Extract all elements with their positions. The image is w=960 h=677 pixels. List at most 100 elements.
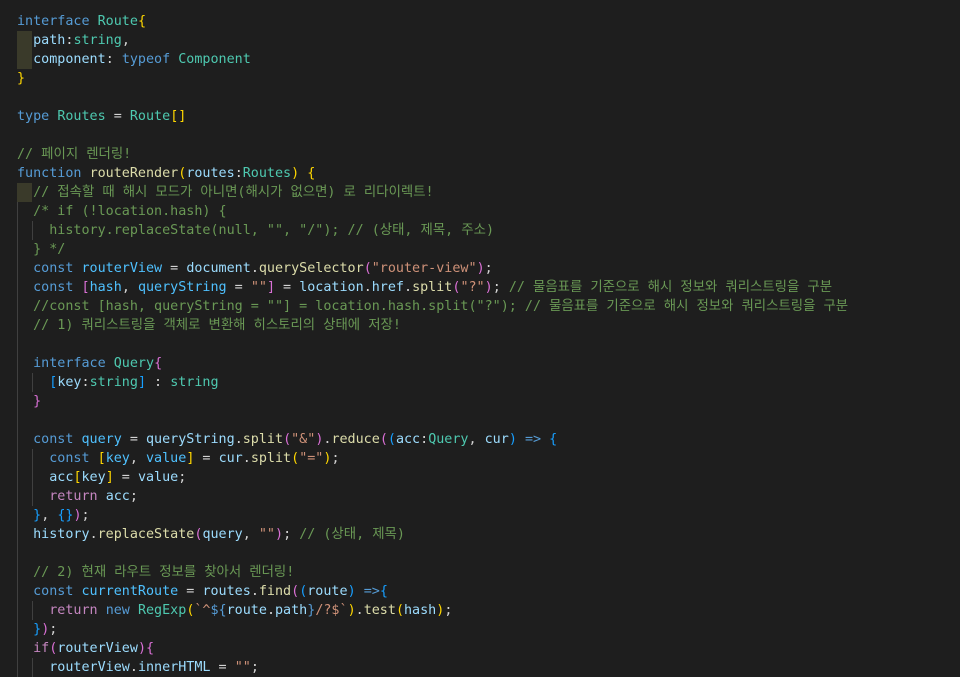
code-token: ; — [81, 508, 90, 523]
code-editor[interactable]: interface Route{ path:string, component:… — [0, 0, 960, 677]
code-token: string — [73, 33, 122, 48]
code-line[interactable]: } */ — [0, 240, 960, 259]
code-line[interactable]: /* if (!location.hash) { — [0, 202, 960, 221]
code-token: . — [355, 603, 364, 618]
code-line[interactable]: if(routerView){ — [0, 639, 960, 658]
code-line[interactable] — [0, 544, 960, 563]
code-text: }); — [17, 622, 57, 637]
code-line[interactable]: const [hash, queryString = ""] = locatio… — [0, 278, 960, 297]
code-token: "" — [250, 280, 267, 295]
code-token: // 페이지 렌더링! — [17, 147, 132, 162]
code-token: path — [33, 33, 66, 48]
code-token: history — [33, 527, 90, 542]
code-token: route — [226, 603, 267, 618]
code-token: Query — [428, 432, 469, 447]
code-text: }, {}); — [17, 508, 90, 523]
code-line[interactable]: const currentRoute = routes.find((route)… — [0, 582, 960, 601]
code-text: type Routes = Route[] — [17, 109, 186, 124]
code-line[interactable]: } — [0, 69, 960, 88]
code-text: const query = queryString.split("&").red… — [17, 432, 557, 447]
code-token: = — [178, 584, 203, 599]
code-line[interactable]: interface Query{ — [0, 354, 960, 373]
code-line[interactable]: // 접속할 때 해시 모드가 아니면(해시가 없으면) 로 리다이렉트! — [0, 183, 960, 202]
code-text: path:string, — [17, 33, 130, 48]
code-token: { — [154, 356, 163, 371]
code-line[interactable]: history.replaceState(query, ""); // (상태,… — [0, 525, 960, 544]
code-token: ( — [291, 584, 300, 599]
code-token: } */ — [33, 242, 66, 257]
code-token: . — [242, 451, 251, 466]
code-token: routeRender — [89, 166, 179, 181]
code-line[interactable]: const query = queryString.split("&").red… — [0, 430, 960, 449]
code-token: { — [307, 166, 316, 181]
code-text: [key:string] : string — [17, 375, 218, 390]
code-token: . — [234, 432, 243, 447]
code-line[interactable]: component: typeof Component — [0, 50, 960, 69]
code-line[interactable]: return new RegExp(`^${route.path}/?$`).t… — [0, 601, 960, 620]
code-line[interactable] — [0, 335, 960, 354]
code-token: ] — [105, 470, 114, 485]
code-line[interactable]: //const [hash, queryString = ""] = locat… — [0, 297, 960, 316]
code-token: acc — [105, 489, 130, 504]
code-token: ; — [129, 489, 138, 504]
code-line[interactable]: // 1) 쿼리스트링을 객체로 변환해 히스토리의 상태에 저장! — [0, 316, 960, 335]
code-token: . — [250, 261, 259, 276]
code-line[interactable]: path:string, — [0, 31, 960, 50]
code-token: routes — [186, 166, 235, 181]
code-line[interactable] — [0, 126, 960, 145]
code-token: {} — [57, 508, 74, 523]
code-line[interactable] — [0, 411, 960, 430]
code-line[interactable] — [0, 88, 960, 107]
code-token: // 1) 쿼리스트링을 객체로 변환해 히스토리의 상태에 저장! — [33, 318, 401, 333]
code-token: queryString — [146, 432, 235, 447]
code-token: split — [242, 432, 284, 447]
code-text: const currentRoute = routes.find((route)… — [17, 584, 388, 599]
code-token: `^ — [194, 603, 211, 618]
code-text: // 페이지 렌더링! — [17, 147, 131, 162]
code-token: = — [113, 470, 138, 485]
code-token: ( — [291, 451, 300, 466]
code-line[interactable]: interface Route{ — [0, 12, 960, 31]
code-token: : — [105, 52, 122, 67]
code-token: value — [146, 451, 187, 466]
code-token: ( — [283, 432, 292, 447]
code-line[interactable]: [key:string] : string — [0, 373, 960, 392]
code-text: function routeRender(routes:Routes) { — [17, 166, 315, 181]
code-token: // 물음표를 기준으로 해시 정보와 쿼리스트링을 구분 — [508, 280, 833, 295]
code-token: = — [162, 261, 187, 276]
code-token: ) — [484, 280, 493, 295]
code-token: cur — [218, 451, 243, 466]
code-token: = — [121, 432, 146, 447]
code-token: [] — [170, 109, 187, 124]
code-token: Query — [113, 356, 155, 371]
code-line[interactable]: const [key, value] = cur.split("="); — [0, 449, 960, 468]
code-text: interface Query{ — [17, 356, 162, 371]
code-token: "?" — [460, 280, 485, 295]
code-token: querySelector — [258, 261, 364, 276]
code-line[interactable]: function routeRender(routes:Routes) { — [0, 164, 960, 183]
code-line[interactable]: // 2) 현재 라우트 정보를 찾아서 렌더링! — [0, 563, 960, 582]
code-line[interactable]: }); — [0, 620, 960, 639]
code-line[interactable]: // 페이지 렌더링! — [0, 145, 960, 164]
code-line[interactable]: type Routes = Route[] — [0, 107, 960, 126]
code-line[interactable]: history.replaceState(null, "", "/"); // … — [0, 221, 960, 240]
code-token: { — [549, 432, 558, 447]
code-line[interactable]: return acc; — [0, 487, 960, 506]
code-line[interactable]: routerView.innerHTML = ""; — [0, 658, 960, 677]
code-line[interactable]: const routerView = document.querySelecto… — [0, 259, 960, 278]
code-token: : — [146, 375, 171, 390]
code-token: new — [105, 603, 130, 618]
code-line[interactable]: acc[key] = value; — [0, 468, 960, 487]
code-line[interactable]: }, {}); — [0, 506, 960, 525]
code-token: => — [363, 584, 380, 599]
code-token: path — [275, 603, 308, 618]
code-token: => — [524, 432, 542, 447]
code-line[interactable]: } — [0, 392, 960, 411]
